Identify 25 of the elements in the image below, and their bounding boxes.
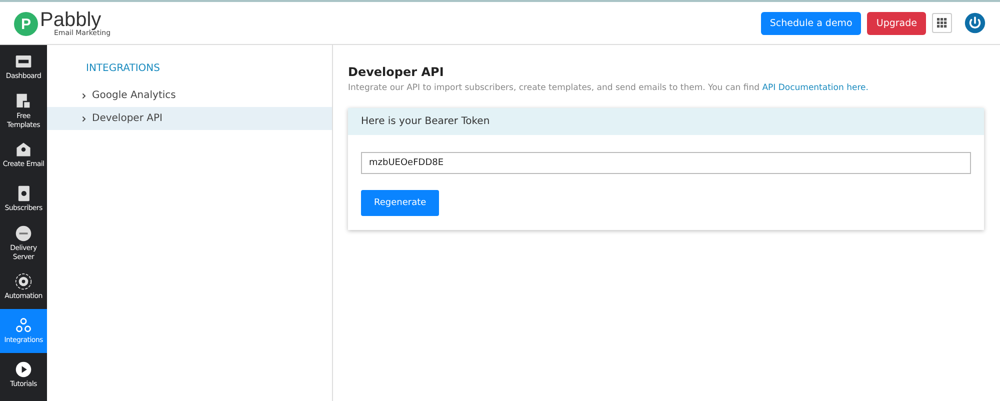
tutorials-icon [15,361,32,378]
token-field[interactable]: mzbUEOeFDD8E [361,152,971,174]
power-icon[interactable] [964,12,986,34]
smtp-icon [15,225,32,242]
logo-icon: P [14,12,38,36]
subnav-item[interactable]: Google Analytics [47,84,332,107]
chevron-right-icon [82,116,86,122]
subnav-item[interactable]: Developer API [47,107,332,130]
templates-icon [15,93,32,110]
card-title: Here is your Bearer Token [348,108,984,135]
upgrade-button[interactable]: Upgrade [867,12,926,34]
logo-name: Pabbly [40,10,102,30]
automation-icon [15,273,32,290]
page-title: Developer API [348,65,445,79]
apps-grid-button[interactable] [932,13,952,33]
schedule-demo-button[interactable]: Schedule a demo [760,12,862,34]
regenerate-button[interactable]: Regenerate [361,190,440,216]
grid-icon [937,18,947,28]
page-description: Integrate our API to import subscribers, create templates, and send emails to them. You can find API Documentation here. [348,83,870,93]
api-documentation-link[interactable]: API Documentation here. [762,83,868,93]
integrations-icon [15,317,32,334]
email-icon [15,141,32,158]
dashboard-icon [15,53,32,70]
section-title: INTEGRATIONS [86,63,161,74]
chevron-right-icon [82,92,86,98]
